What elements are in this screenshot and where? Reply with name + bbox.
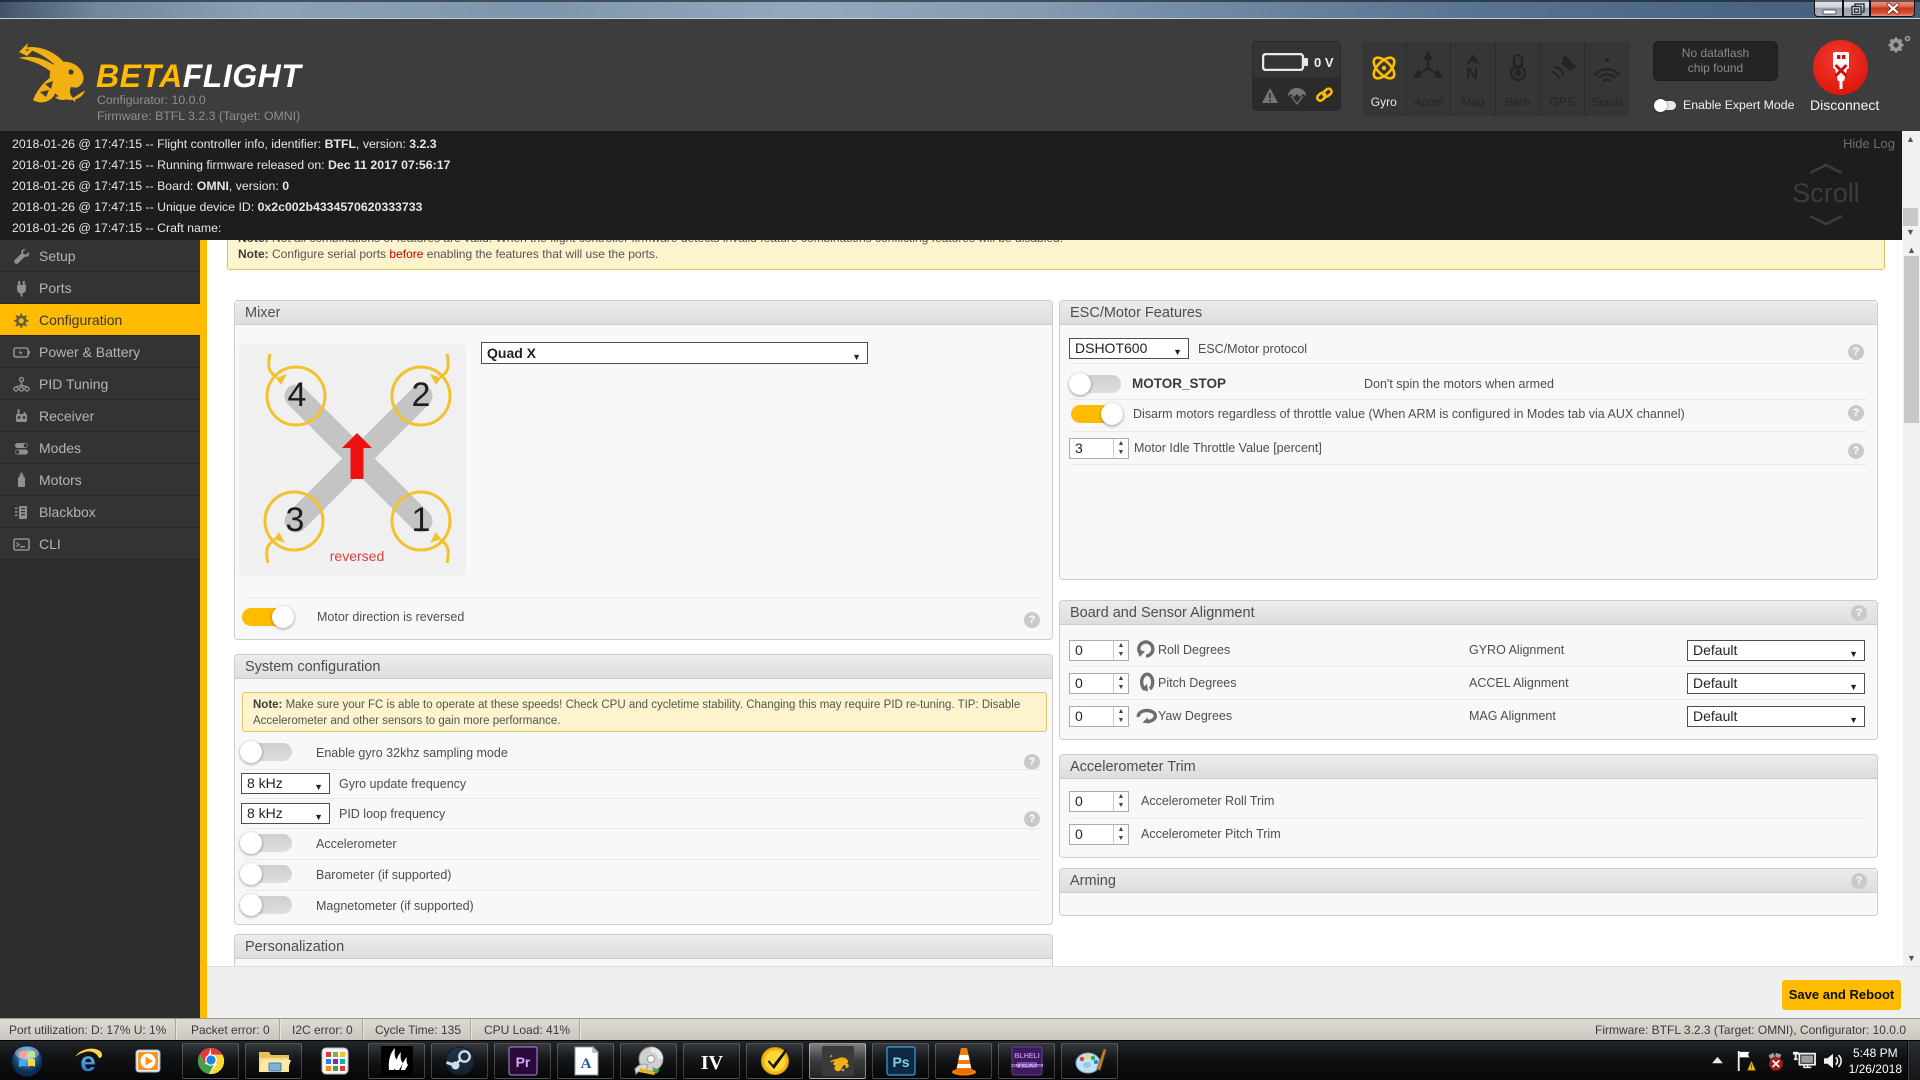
svg-text:IV: IV <box>700 1052 723 1074</box>
svg-text:N: N <box>1466 64 1478 83</box>
svg-text:Ps: Ps <box>892 1054 909 1070</box>
svg-text:CONFIGURATOR: CONFIGURATOR <box>1011 1063 1043 1068</box>
svg-text:1: 1 <box>412 501 431 539</box>
svg-text:3: 3 <box>286 501 305 539</box>
svg-text:4: 4 <box>288 376 307 414</box>
svg-text:BLHELI: BLHELI <box>1014 1053 1039 1060</box>
svg-text:A: A <box>580 1056 591 1072</box>
svg-text:Pr: Pr <box>515 1054 530 1070</box>
svg-text:2: 2 <box>412 376 431 414</box>
svg-text:reversed: reversed <box>330 548 384 564</box>
svg-text:!: ! <box>1750 1064 1752 1071</box>
